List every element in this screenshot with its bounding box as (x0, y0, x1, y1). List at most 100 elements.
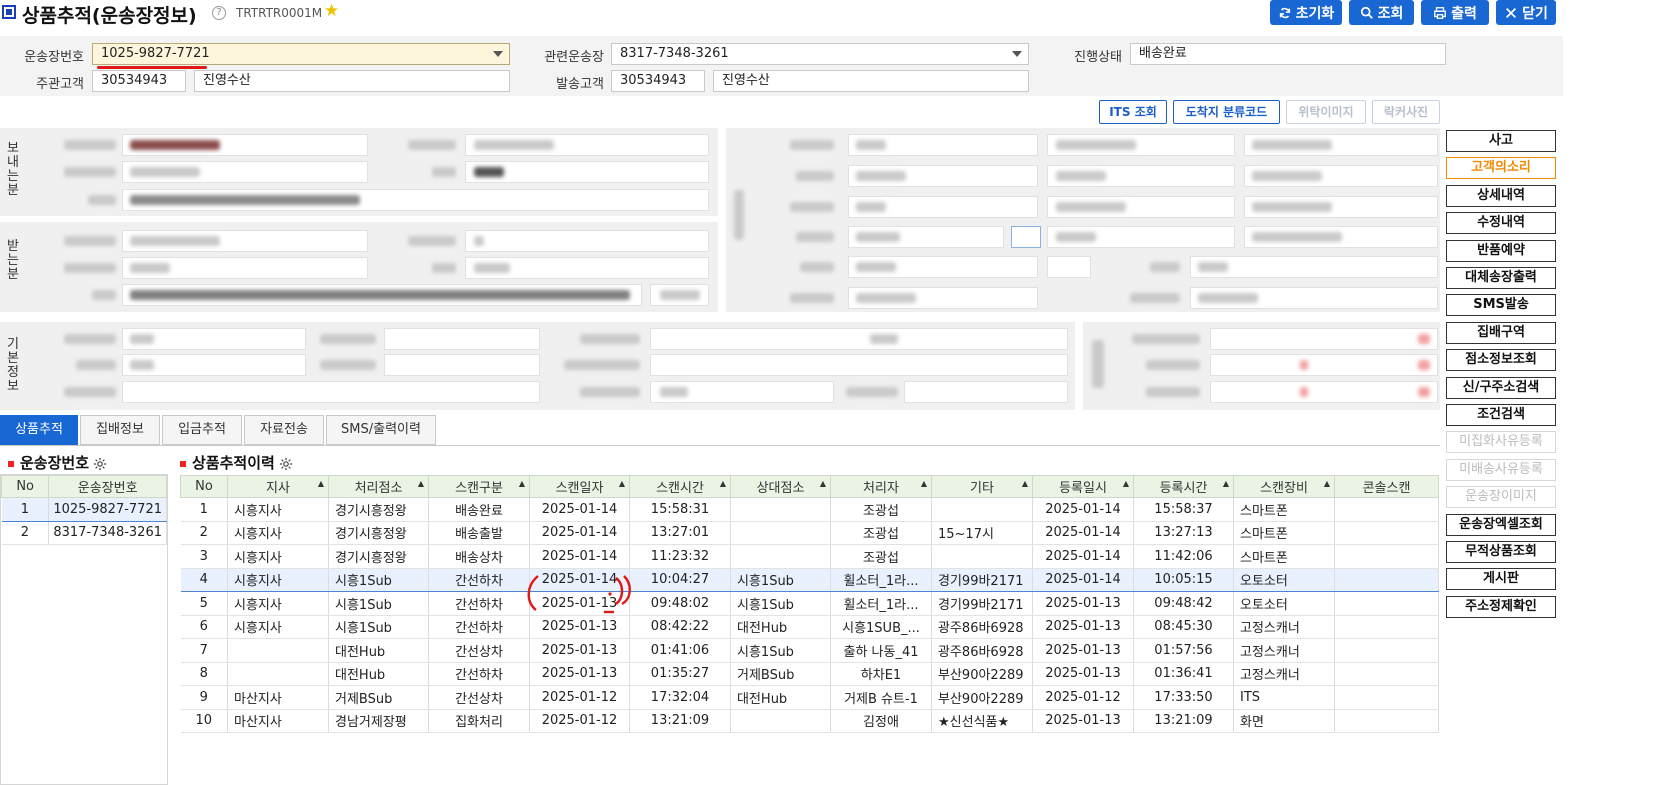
sort-arrow-icon[interactable]: ▲ (318, 479, 324, 488)
replacement-waybill-print-button[interactable]: 대체송장출력 (1446, 267, 1556, 289)
waybill-excel-search-button[interactable]: 운송장엑셀조회 (1446, 513, 1556, 536)
cell-reg-date: 2025-01-14 (1032, 544, 1134, 569)
customer-voice-button[interactable]: 고객의소리 (1446, 157, 1556, 180)
col-waybill[interactable]: 운송장번호 (48, 475, 167, 498)
cell-process-office: 거제BSub (328, 685, 429, 710)
col-no[interactable]: No (0, 475, 50, 498)
help-icon[interactable]: ? (212, 6, 226, 20)
tab-collection-delivery[interactable]: 집배정보 (80, 415, 160, 445)
history-row[interactable]: 1 시흥지사 경기시흥정왕 배송완료 2025-01-14 15:58:31 조광섭 2025… (180, 497, 1439, 522)
close-button[interactable]: 닫기 (1496, 0, 1556, 25)
tab-product-tracking[interactable]: 상품추적 (0, 415, 78, 445)
cell-scan-type: 간선하차 (428, 662, 530, 686)
consign-image-button[interactable]: 위탁이미지 (1286, 100, 1366, 124)
history-row[interactable]: 9 마산지사 거제BSub 간선상차 2025-01-12 17:32:04 대전Hub 거제… (180, 685, 1439, 710)
history-row[interactable]: 3 시흥지사 경기시흥정왕 배송상차 2025-01-14 11:23:32 조광섭 2025… (180, 544, 1439, 569)
reset-button[interactable]: 초기화 (1270, 0, 1342, 25)
branch-info-search-button[interactable]: 점소정보조회 (1446, 349, 1556, 372)
col-console-scan[interactable]: 콘솔스캔 (1334, 475, 1439, 498)
tab-payment-tracking[interactable]: 입금추적 (162, 415, 242, 445)
history-row[interactable]: 2 시흥지사 경기시흥정왕 배송출발 2025-01-14 13:27:01 조광섭 15~1… (180, 521, 1439, 545)
modify-history-button[interactable]: 수정내역 (1446, 212, 1556, 235)
col-reg-time[interactable]: 등록시간 ▲ (1133, 475, 1234, 498)
cell-partner-office: 시흥1Sub (730, 638, 831, 663)
gear-icon[interactable] (93, 457, 107, 471)
address-refine-check-button[interactable]: 주소정제확인 (1446, 595, 1556, 618)
accident-button[interactable]: 사고 (1446, 130, 1556, 152)
screen-code: TRTRTR0001M (236, 6, 323, 20)
waybill-select[interactable]: 1025-9827-7721 (92, 43, 510, 65)
history-row[interactable]: 8 대전Hub 간선하차 2025-01-13 01:35:27 거제BSub 하차E1 부산… (180, 662, 1439, 686)
cell-reg-time: 01:57:56 (1133, 638, 1234, 663)
undelivered-reason-button[interactable]: 미배송사유등록 (1446, 458, 1556, 481)
history-title: 상품추적이력 (180, 452, 293, 473)
sort-arrow-icon[interactable]: ▲ (820, 479, 826, 488)
col-etc[interactable]: 기타 ▲ (931, 475, 1033, 498)
sort-arrow-icon[interactable]: ▲ (619, 479, 625, 488)
main-customer-code: 30534943 (92, 70, 186, 92)
cell-scan-type: 간선상차 (428, 638, 530, 663)
print-button[interactable]: 출력 (1421, 0, 1489, 25)
sort-arrow-icon[interactable]: ▲ (1324, 479, 1330, 488)
col-scan-type[interactable]: 스캔구분 ▲ (428, 475, 530, 498)
gear-icon[interactable] (279, 457, 293, 471)
uncollected-reason-button[interactable]: 미집화사유등록 (1446, 431, 1556, 454)
locker-photo-button[interactable]: 락커사진 (1372, 100, 1440, 124)
cell-etc: 부산90아2289 (931, 662, 1033, 686)
unregistered-goods-search-button[interactable]: 무적상품조회 (1446, 541, 1556, 563)
cell-handler: 김정애 (830, 709, 932, 733)
tab-sms-print-history[interactable]: SMS/출력이력 (326, 415, 436, 445)
col-process-office[interactable]: 처리점소 ▲ (328, 475, 429, 498)
waybill-row[interactable]: 1 1025-9827-7721 (1, 497, 167, 522)
cell-scan-device: ITS (1233, 685, 1335, 710)
related-waybill-select[interactable]: 8317-7348-3261 (611, 43, 1029, 65)
col-scan-time-label: 스캔시간 (656, 481, 704, 496)
cell-etc: 광주86바6928 (931, 638, 1033, 663)
cell-partner-office: 대전Hub (730, 685, 831, 710)
col-branch[interactable]: 지사 ▲ (227, 475, 329, 498)
col-scan-time[interactable]: 스캔시간 ▲ (629, 475, 731, 498)
cell-console-scan (1334, 685, 1439, 710)
col-scan-date[interactable]: 스캔일자 ▲ (529, 475, 630, 498)
dest-code-button[interactable]: 도착지 분류코드 (1173, 100, 1280, 124)
col-no-label: No (195, 479, 213, 494)
col-reg-date[interactable]: 등록일시 ▲ (1032, 475, 1134, 498)
cell-handler: 출하 나동_41 (830, 638, 932, 663)
sort-arrow-icon[interactable]: ▲ (720, 479, 726, 488)
waybill-label: 운송장번호 (24, 50, 84, 65)
cell-scan-device: 고정스캐너 (1233, 662, 1335, 686)
sort-arrow-icon[interactable]: ▲ (1022, 479, 1028, 488)
waybill-image-button[interactable]: 운송장이미지 (1446, 486, 1556, 509)
history-row[interactable]: 5 시흥지사 시흥1Sub 간선하차 2025-01-13 09:48:02 시흥1Sub 휠… (180, 591, 1439, 616)
address-search-button[interactable]: 신/구주소검색 (1446, 376, 1556, 399)
return-reservation-button[interactable]: 반품예약 (1446, 239, 1556, 262)
cell-reg-date: 2025-01-14 (1032, 497, 1134, 522)
waybill-row[interactable]: 2 8317-7348-3261 (1, 521, 167, 545)
sort-arrow-icon[interactable]: ▲ (519, 479, 525, 488)
bulletin-board-button[interactable]: 게시판 (1446, 568, 1556, 591)
its-search-button[interactable]: ITS 조회 (1099, 100, 1167, 124)
sms-send-button[interactable]: SMS발송 (1446, 294, 1556, 317)
delivery-area-button[interactable]: 집배구역 (1446, 321, 1556, 344)
search-button[interactable]: 조회 (1349, 0, 1414, 25)
sort-arrow-icon[interactable]: ▲ (418, 479, 424, 488)
cell-scan-date: 2025-01-12 (529, 709, 630, 733)
history-row[interactable]: 10 마산지사 경남거제장평 집화처리 2025-01-12 13:21:09 김정애 ★신선… (180, 709, 1439, 733)
sort-arrow-icon[interactable]: ▲ (1223, 479, 1229, 488)
favorite-star-icon[interactable]: ★ (324, 1, 339, 21)
cell-branch: 마산지사 (227, 685, 329, 710)
history-row[interactable]: 7 대전Hub 간선상차 2025-01-13 01:41:06 시흥1Sub 출하 나동_… (180, 638, 1439, 663)
cell-handler: 조광섭 (830, 544, 932, 569)
col-scan-device[interactable]: 스캔장비 ▲ (1233, 475, 1335, 498)
sort-arrow-icon[interactable]: ▲ (1123, 479, 1129, 488)
history-row[interactable]: 6 시흥지사 시흥1Sub 간선하차 2025-01-13 08:42:22 대전Hub 시흥… (180, 615, 1439, 639)
tab-data-transfer[interactable]: 자료전송 (244, 415, 324, 445)
condition-search-button[interactable]: 조건검색 (1446, 404, 1556, 426)
details-button[interactable]: 상세내역 (1446, 184, 1556, 207)
sort-arrow-icon[interactable]: ▲ (921, 479, 927, 488)
col-handler[interactable]: 처리자 ▲ (830, 475, 932, 498)
col-no[interactable]: No (180, 475, 228, 498)
cell-partner-office: 거제BSub (730, 662, 831, 686)
history-row[interactable]: 4 시흥지사 시흥1Sub 간선하차 2025-01-14 10:04:27 시흥1Sub 휠… (180, 567, 1439, 592)
col-partner-office[interactable]: 상대점소 ▲ (730, 475, 831, 498)
